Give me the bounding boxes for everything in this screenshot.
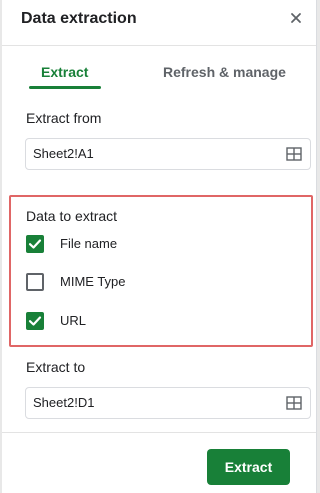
data-to-extract-label: Data to extract [26,208,118,224]
extract-from-value: Sheet2!A1 [33,146,94,161]
extract-from-label: Extract from [26,110,102,126]
checkbox-checked-icon[interactable] [26,235,44,253]
option-label: File name [60,236,118,251]
checkbox-unchecked-icon[interactable] [26,273,44,291]
extract-to-value: Sheet2!D1 [33,395,95,410]
extract-from-field[interactable]: Sheet2!A1 [25,138,311,170]
footer-divider [2,432,316,433]
option-label: MIME Type [60,274,126,289]
data-extraction-panel: Data extraction Extract Refresh & manage… [2,0,317,493]
extract-to-label: Extract to [26,359,86,375]
panel-title: Data extraction [21,10,137,27]
checkbox-checked-icon[interactable] [26,312,44,330]
active-tab-indicator [29,86,101,89]
option-label: URL [60,313,87,328]
panel-header: Data extraction [2,0,316,40]
header-divider [2,45,316,46]
grid-icon[interactable] [286,146,302,162]
tab-refresh-manage[interactable]: Refresh & manage [163,64,286,80]
extract-button[interactable]: Extract [207,449,290,485]
close-icon[interactable] [286,8,306,28]
tab-extract[interactable]: Extract [41,64,88,80]
extract-to-field[interactable]: Sheet2!D1 [25,387,311,419]
tab-bar: Extract Refresh & manage [2,56,316,92]
grid-icon[interactable] [286,395,302,411]
